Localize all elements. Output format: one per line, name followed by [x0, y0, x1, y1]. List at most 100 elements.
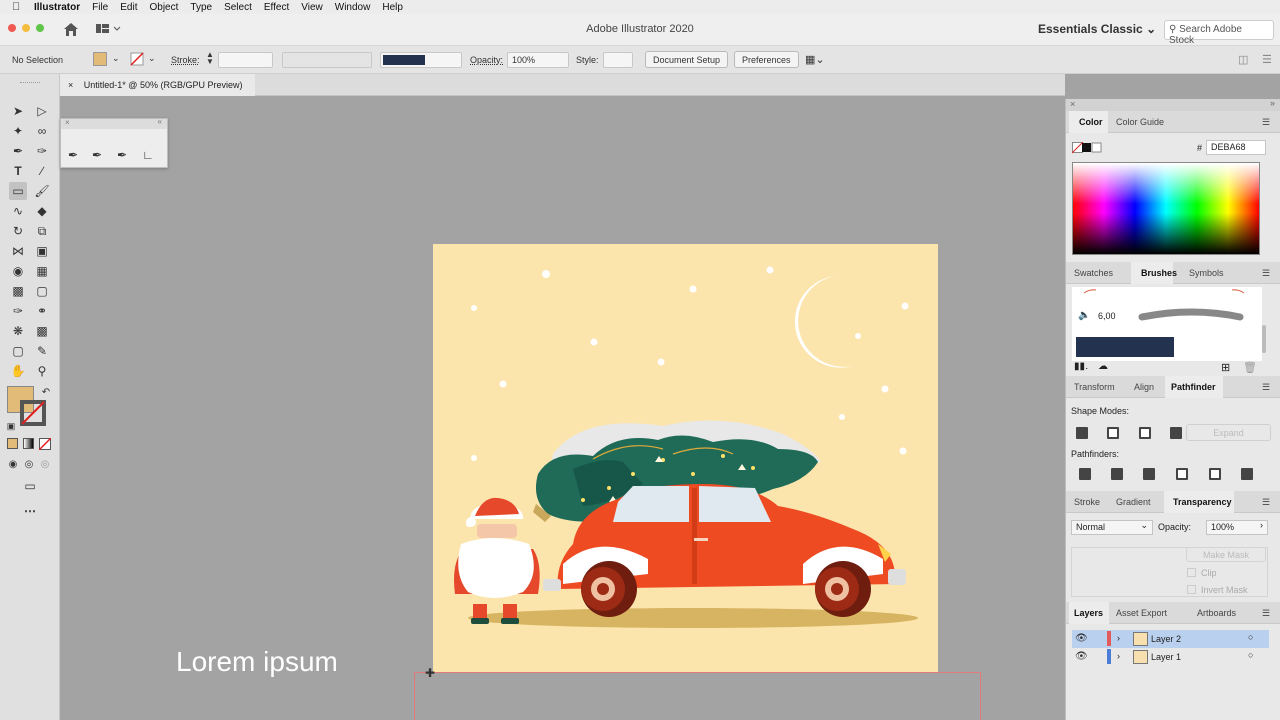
expand-button[interactable]: Expand	[1186, 424, 1271, 441]
fill-swatch[interactable]	[93, 52, 107, 66]
add-anchor-point-tool-icon[interactable]: ✒	[88, 146, 106, 164]
type-tool-icon[interactable]: T	[9, 162, 27, 180]
tab-pathfinder[interactable]: Pathfinder	[1171, 382, 1216, 392]
stroke-weight-field[interactable]	[218, 52, 273, 68]
minimize-window-button[interactable]	[22, 24, 30, 32]
magic-wand-tool-icon[interactable]: ✦	[9, 122, 27, 140]
curvature-tool-icon[interactable]: ✑	[33, 142, 51, 160]
panel-menu-icon[interactable]: ☰	[1262, 497, 1270, 508]
opacity-field[interactable]: 100%	[507, 52, 569, 68]
column-graph-tool-icon[interactable]: ▩	[33, 322, 51, 340]
width-tool-icon[interactable]: ⋈	[9, 242, 27, 260]
color-spectrum[interactable]	[1072, 162, 1260, 255]
stock-search-input[interactable]: ⚲ Search Adobe Stock	[1164, 20, 1274, 46]
menu-view[interactable]: View	[301, 2, 323, 13]
swap-fill-stroke-icon[interactable]: ↶	[37, 384, 55, 402]
tab-color-guide[interactable]: Color Guide	[1116, 117, 1164, 127]
default-fill-stroke-icon[interactable]: ▣	[2, 417, 20, 435]
tab-gradient[interactable]: Gradient	[1116, 497, 1151, 507]
collapse-icon[interactable]: «	[158, 117, 162, 126]
flyout-header[interactable]: × «	[61, 117, 167, 129]
panel-menu-icon[interactable]: ☰	[1262, 382, 1270, 393]
variable-width-profile[interactable]	[282, 52, 372, 68]
menu-file[interactable]: File	[92, 2, 108, 13]
tab-align[interactable]: Align	[1134, 382, 1154, 392]
close-icon[interactable]: ×	[1070, 99, 1075, 109]
none-mode-icon[interactable]	[39, 438, 51, 450]
divide-icon[interactable]	[1079, 468, 1091, 480]
invert-mask-checkbox[interactable]	[1187, 585, 1196, 594]
rectangle-tool-icon[interactable]: ▭	[9, 182, 27, 200]
graphic-style-select[interactable]	[603, 52, 633, 68]
panel-menu-icon[interactable]: ☰	[1262, 608, 1270, 619]
scale-tool-icon[interactable]: ⧉	[33, 222, 51, 240]
outline-icon[interactable]	[1209, 468, 1221, 480]
stroke-color-swatch[interactable]	[20, 400, 48, 428]
crop-icon[interactable]	[1176, 468, 1188, 480]
menu-object[interactable]: Object	[149, 2, 178, 13]
delete-brush-icon[interactable]: 🗑	[1243, 361, 1257, 374]
menu-effect[interactable]: Effect	[264, 2, 289, 13]
menu-window[interactable]: Window	[335, 2, 371, 13]
workspace-switcher[interactable]: Essentials Classic ⌄	[1038, 22, 1156, 36]
free-transform-tool-icon[interactable]: ▣	[33, 242, 51, 260]
layer-row-layer-1[interactable]: 👁 › Layer 1 ○	[1072, 648, 1269, 666]
mesh-tool-icon[interactable]: ▩	[9, 282, 27, 300]
tab-transparency[interactable]: Transparency	[1173, 497, 1232, 507]
document-setup-button[interactable]: Document Setup	[645, 51, 729, 68]
artboard-tool-icon[interactable]: ▢	[9, 342, 27, 360]
zoom-tool-icon[interactable]: ⚲	[33, 362, 51, 380]
menu-edit[interactable]: Edit	[120, 2, 137, 13]
lorem-text[interactable]: Lorem ipsum	[176, 646, 338, 678]
menu-help[interactable]: Help	[382, 2, 403, 13]
tab-layers[interactable]: Layers	[1074, 608, 1103, 618]
brushes-scrollbar[interactable]	[1262, 325, 1266, 353]
screen-mode-icon[interactable]: ▭	[21, 477, 39, 495]
tab-color[interactable]: Color	[1079, 117, 1103, 127]
opacity-label[interactable]: Opacity:	[470, 55, 503, 65]
gradient-tool-icon[interactable]: ▢	[33, 282, 51, 300]
visibility-eye-icon[interactable]: 👁	[1075, 633, 1088, 644]
color-mode-icon[interactable]	[7, 438, 18, 449]
close-window-button[interactable]	[8, 24, 16, 32]
preferences-button[interactable]: Preferences	[734, 51, 799, 68]
libraries-panel-icon[interactable]: ☁	[1098, 361, 1108, 372]
artboard[interactable]	[433, 244, 938, 672]
paintbrush-tool-icon[interactable]: 🖌	[33, 182, 51, 200]
dock-header[interactable]: × »	[1066, 98, 1280, 111]
close-icon[interactable]: ×	[65, 118, 70, 127]
clip-checkbox[interactable]	[1187, 568, 1196, 577]
panel-menu-icon[interactable]: ☰	[1262, 117, 1270, 128]
zoom-window-button[interactable]	[36, 24, 44, 32]
panel-menu-icon[interactable]: ☰	[1262, 268, 1270, 279]
brush-libraries-icon[interactable]: ▮▮․	[1074, 361, 1088, 372]
merge-icon[interactable]	[1143, 468, 1155, 480]
brushes-list[interactable]	[1072, 287, 1262, 361]
eraser-tool-icon[interactable]: ◆	[33, 202, 51, 220]
slice-tool-icon[interactable]: ✎	[33, 342, 51, 360]
close-tab-icon[interactable]: ×	[68, 80, 73, 90]
pen-tool-icon[interactable]: ✒	[9, 142, 27, 160]
menu-select[interactable]: Select	[224, 2, 252, 13]
expand-arrow-icon[interactable]: ›	[1117, 651, 1120, 661]
tab-transform[interactable]: Transform	[1074, 382, 1115, 392]
blend-tool-icon[interactable]: ⚭	[33, 302, 51, 320]
tab-asset-export[interactable]: Asset Export	[1116, 608, 1167, 618]
menu-icon[interactable]: ☰	[1262, 53, 1272, 66]
second-artboard-outline[interactable]	[414, 672, 981, 720]
gradient-mode-icon[interactable]	[23, 438, 34, 449]
tab-artboards[interactable]: Artboards	[1197, 608, 1236, 618]
exclude-icon[interactable]	[1170, 427, 1182, 439]
line-tool-icon[interactable]: ∕	[33, 162, 51, 180]
menu-type[interactable]: Type	[190, 2, 212, 13]
trim-icon[interactable]	[1111, 468, 1123, 480]
minus-front-icon[interactable]	[1107, 427, 1119, 439]
chevron-down-icon[interactable]: ⌄	[148, 53, 156, 64]
perspective-grid-tool-icon[interactable]: ▦	[33, 262, 51, 280]
transparency-opacity-field[interactable]: 100% ›	[1206, 520, 1268, 535]
menu-app[interactable]: Illustrator	[34, 2, 80, 13]
unite-icon[interactable]	[1076, 427, 1088, 439]
pen-tool-icon[interactable]: ✒	[64, 146, 82, 164]
collapse-icon[interactable]: »	[1270, 98, 1275, 108]
chevron-down-icon[interactable]: ⌄	[112, 53, 120, 64]
